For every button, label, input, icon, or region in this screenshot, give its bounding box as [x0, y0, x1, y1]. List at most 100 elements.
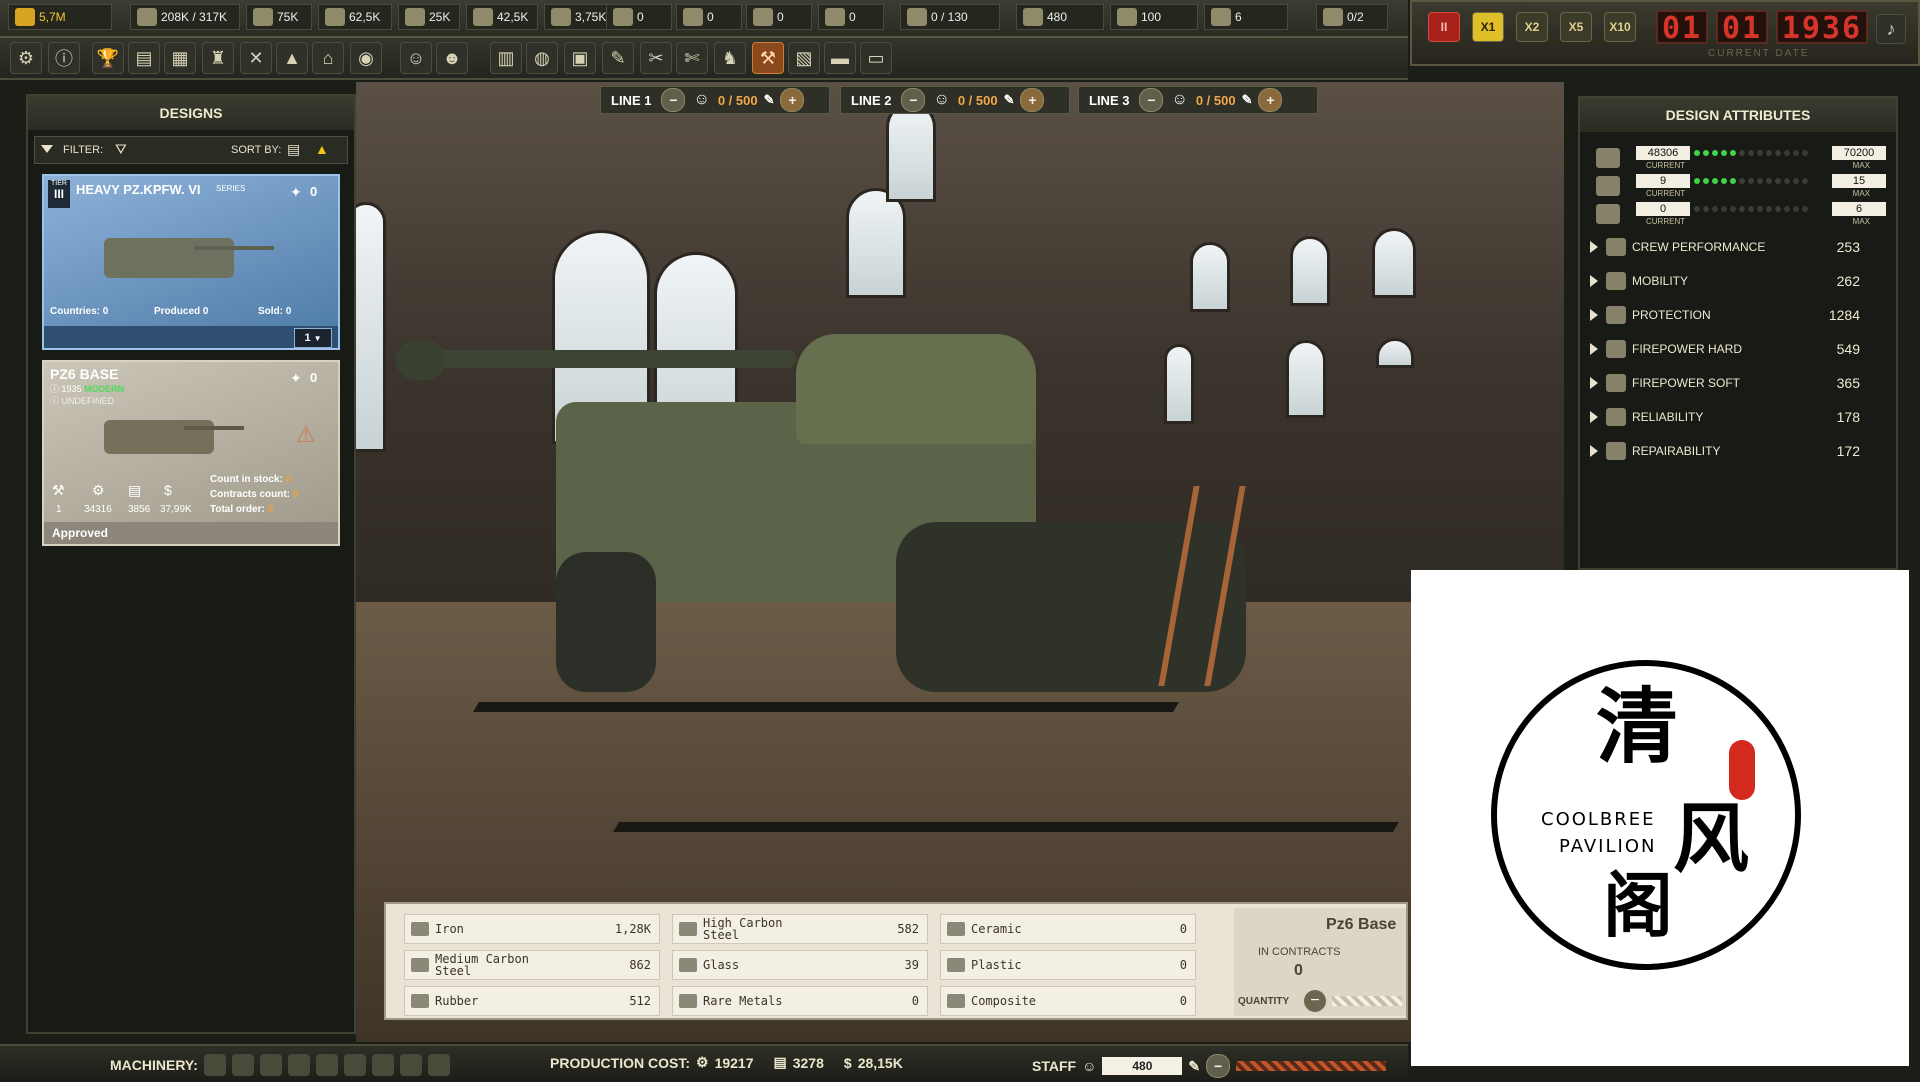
staff-input[interactable]: 480 — [1102, 1057, 1183, 1075]
blueprint-icon[interactable]: ▧ — [788, 42, 820, 74]
resource-steel[interactable]: 208K / 317K — [130, 4, 240, 30]
order-title: Pz6 Base — [1326, 916, 1397, 933]
gear-machine-icon[interactable] — [399, 1054, 422, 1076]
trophy-icon[interactable]: 🏆 — [92, 42, 124, 74]
lathe-icon[interactable] — [287, 1054, 310, 1076]
design-card-pz6[interactable]: PZ6 BASE ⓘ 1935 MODERN ⓘ UNDEFINED ✦ 0 ⚠… — [42, 360, 340, 546]
conveyor-icon[interactable] — [427, 1054, 450, 1076]
attribute-row[interactable]: RELIABILITY 178 — [1590, 402, 1880, 432]
attribute-row[interactable]: CREW PERFORMANCE 253 — [1590, 232, 1880, 262]
attribute-row[interactable]: REPAIRABILITY 172 — [1590, 436, 1880, 466]
speaker-icon[interactable]: ♪ — [1876, 14, 1906, 44]
line-plus-button[interactable]: + — [1020, 88, 1045, 112]
line-minus-button[interactable]: − — [1139, 88, 1164, 112]
tools-icon[interactable]: ✂ — [640, 42, 672, 74]
staff-minus-button[interactable]: − — [1206, 1054, 1231, 1078]
resource-iron[interactable]: 75K — [246, 4, 312, 30]
speed-x2-button[interactable]: X2 — [1516, 12, 1548, 42]
sort-type-icon[interactable]: ▤ — [287, 141, 300, 158]
resource-metals[interactable]: 0 — [606, 4, 672, 30]
quantity-slider[interactable] — [1332, 996, 1402, 1006]
resource-plastic[interactable]: 0 — [746, 4, 812, 30]
money-display[interactable]: 5,7M — [8, 4, 112, 30]
storage-display[interactable]: 0 / 130 — [900, 4, 1000, 30]
attribute-row[interactable]: FIREPOWER HARD 549 — [1590, 334, 1880, 364]
expand-arrow-icon[interactable] — [1590, 445, 1598, 457]
market-icon[interactable]: ▲ — [276, 42, 308, 74]
expand-arrow-icon[interactable] — [1590, 343, 1598, 355]
staff-workers[interactable]: 100 — [1110, 4, 1198, 30]
sort-direction-icon[interactable]: ▲ — [315, 141, 329, 157]
staff-icon[interactable]: ♜ — [202, 42, 234, 74]
press-icon[interactable] — [231, 1054, 254, 1076]
attribute-icon — [1606, 340, 1626, 358]
attribute-icon — [1606, 374, 1626, 392]
repair-icon[interactable]: ✄ — [676, 42, 708, 74]
edit-icon[interactable]: ✎ — [1242, 92, 1253, 108]
tank-icon[interactable]: ▬ — [824, 42, 856, 74]
resource-oil[interactable]: 0 — [676, 4, 742, 30]
reports-icon[interactable]: ▤ — [128, 42, 160, 74]
expand-arrow-icon[interactable] — [1590, 411, 1598, 423]
quantity-minus-button[interactable]: − — [1304, 990, 1326, 1012]
material-name: Plastic — [971, 958, 1022, 972]
globe-icon[interactable]: ◍ — [526, 42, 558, 74]
team-icon[interactable]: ☻ — [436, 42, 468, 74]
staff-engineers[interactable]: 480 — [1016, 4, 1104, 30]
attribute-row[interactable]: PROTECTION 1284 — [1590, 300, 1880, 330]
edit-icon[interactable]: ✎ — [1188, 1058, 1200, 1075]
line-plus-button[interactable]: + — [1258, 88, 1283, 112]
speed-x5-button[interactable]: X5 — [1560, 12, 1592, 42]
resource-carbon[interactable]: 42,5K — [466, 4, 538, 30]
line-plus-button[interactable]: + — [780, 88, 805, 112]
collapse-arrow-icon[interactable] — [41, 145, 53, 153]
pause-button[interactable]: II — [1428, 12, 1460, 42]
documents-icon[interactable]: ▦ — [164, 42, 196, 74]
resource-rubber[interactable]: 25K — [398, 4, 460, 30]
welder-icon[interactable] — [259, 1054, 282, 1076]
filter-icon[interactable]: ⛛ — [115, 141, 127, 158]
speed-x10-button[interactable]: X10 — [1604, 12, 1636, 42]
attribute-row[interactable]: FIREPOWER SOFT 365 — [1590, 368, 1880, 398]
military-icon[interactable]: ✕ — [240, 42, 272, 74]
camera-icon[interactable]: ◉ — [350, 42, 382, 74]
staff-slider[interactable] — [1236, 1061, 1387, 1071]
buildings-icon[interactable]: ⌂ — [312, 42, 344, 74]
design-count: 0 — [310, 370, 318, 385]
hammer-icon[interactable]: ⚒ — [752, 42, 784, 74]
hoist-icon[interactable] — [371, 1054, 394, 1076]
convoy-icon[interactable]: ▭ — [860, 42, 892, 74]
tank-gun — [194, 246, 274, 250]
line-minus-button[interactable]: − — [901, 88, 926, 112]
attribute-value: 172 — [1836, 443, 1860, 459]
expand-arrow-icon[interactable] — [1590, 377, 1598, 389]
attribute-row[interactable]: MOBILITY 262 — [1590, 266, 1880, 296]
expand-arrow-icon[interactable] — [1590, 309, 1598, 321]
storage-icon[interactable]: ▣ — [564, 42, 596, 74]
speed-x1-button[interactable]: X1 — [1472, 12, 1504, 42]
edit-icon[interactable]: ✎ — [764, 92, 775, 108]
staff-designers[interactable]: 6 — [1204, 4, 1288, 30]
settings-gear-icon[interactable]: ⚙ — [10, 42, 42, 74]
resource-composite[interactable]: 0 — [818, 4, 884, 30]
resource-ore[interactable]: 62,5K — [318, 4, 392, 30]
edit-icon[interactable]: ✎ — [1004, 92, 1015, 108]
hammer-machine-icon[interactable] — [343, 1054, 366, 1076]
logo-char-qing: 清 — [1596, 679, 1678, 775]
material-value: 0 — [911, 994, 919, 1008]
expand-arrow-icon[interactable] — [1590, 275, 1598, 287]
soldier-icon[interactable]: ♞ — [714, 42, 746, 74]
line-minus-button[interactable]: − — [661, 88, 686, 112]
drill-icon[interactable] — [315, 1054, 338, 1076]
meter-dot — [1694, 178, 1700, 184]
design-stats: ⚒ ⚙ ▤ $ 1 34316 3856 37,99K — [52, 482, 202, 515]
info-icon[interactable]: ⓘ — [48, 42, 80, 74]
version-dropdown[interactable]: 1 ▼ — [294, 328, 332, 348]
expand-arrow-icon[interactable] — [1590, 241, 1598, 253]
crane-icon[interactable] — [203, 1054, 226, 1076]
factory-toolbar-icon[interactable]: ▥ — [490, 42, 522, 74]
research-icon[interactable]: ✎ — [602, 42, 634, 74]
buildings-display[interactable]: 0/2 — [1316, 4, 1388, 30]
hire-icon[interactable]: ☺ — [400, 42, 432, 74]
design-card-heavy[interactable]: TIER III HEAVY PZ.KPFW. VI SERIES ✦ 0 Co… — [42, 174, 340, 350]
